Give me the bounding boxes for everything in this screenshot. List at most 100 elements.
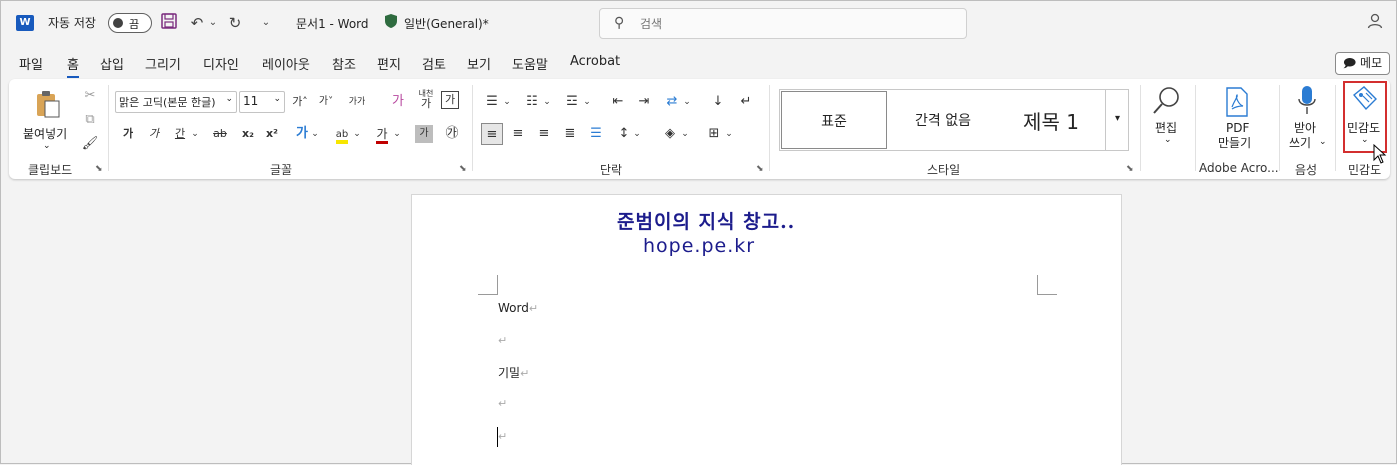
paragraph-text: 기밀 xyxy=(498,366,521,380)
divider xyxy=(108,85,109,171)
numbering-icon[interactable]: ☷ xyxy=(521,91,543,113)
align-left-icon[interactable]: ≡ xyxy=(481,123,503,145)
font-name-select[interactable]: 맑은 고딕(본문 한글) ⌄ xyxy=(115,91,237,113)
tab-layout[interactable]: 레이아웃 xyxy=(262,54,310,73)
borders-icon[interactable]: ⊞ xyxy=(703,123,725,145)
clear-formatting-icon[interactable]: 가 xyxy=(387,91,409,113)
dictate-button[interactable]: 받아 쓰기 ⌄ xyxy=(1285,83,1329,153)
numbering-dropdown-icon[interactable]: ⌄ xyxy=(541,91,553,113)
ribbon: 붙여넣기 ⌄ ✂ ⧉ 🖌 클립보드 ⬊ 맑은 고딕(본문 한글) ⌄ 11 ⌄ … xyxy=(9,79,1390,179)
tab-view[interactable]: 보기 xyxy=(467,54,491,73)
customize-qat-icon[interactable]: ⌄ xyxy=(256,13,276,33)
justify-icon[interactable]: ≣ xyxy=(559,123,581,145)
shrink-font-icon[interactable]: 가˅ xyxy=(315,91,337,113)
paragraph[interactable]: ↵ xyxy=(498,333,507,347)
align-right-icon[interactable]: ≡ xyxy=(533,123,555,145)
distributed-icon[interactable]: ☰ xyxy=(585,123,607,145)
change-case-icon[interactable]: 가가 xyxy=(343,91,371,113)
format-painter-icon[interactable]: 🖌 xyxy=(79,133,101,155)
paragraph[interactable]: ↵ xyxy=(498,396,507,410)
align-center-icon[interactable]: ≡ xyxy=(507,123,529,145)
sensitivity-label-text[interactable]: 일반(General)* xyxy=(404,15,489,32)
copy-icon[interactable]: ⧉ xyxy=(79,109,101,131)
paragraph[interactable]: 기밀↵ xyxy=(498,364,529,381)
text-effects-dropdown-icon[interactable]: ⌄ xyxy=(309,123,321,145)
tab-acrobat[interactable]: Acrobat xyxy=(570,54,620,69)
tab-review[interactable]: 검토 xyxy=(422,54,446,73)
font-size-value: 11 xyxy=(243,94,259,108)
styles-more-icon[interactable]: ▾ xyxy=(1105,90,1129,150)
enclose-characters-icon[interactable]: ㉮ xyxy=(441,123,463,145)
paragraph[interactable]: Word↵ xyxy=(498,301,538,315)
shading-dropdown-icon[interactable]: ⌄ xyxy=(679,123,691,145)
multilevel-dropdown-icon[interactable]: ⌄ xyxy=(581,91,593,113)
cut-icon[interactable]: ✂ xyxy=(79,85,101,107)
document-page[interactable]: 준범이의 지식 창고.. hope.pe.kr Word↵ ↵ 기밀↵ ↵ ↵ xyxy=(411,194,1122,465)
font-color-icon[interactable]: 가 xyxy=(371,123,393,145)
clipboard-launcher-icon[interactable]: ⬊ xyxy=(95,164,103,174)
styles-group-label: 스타일 xyxy=(927,163,961,177)
divider xyxy=(1195,85,1196,171)
tab-home[interactable]: 홈 xyxy=(67,54,79,78)
bullets-dropdown-icon[interactable]: ⌄ xyxy=(501,91,513,113)
paragraph-mark: ↵ xyxy=(520,367,530,380)
tab-design[interactable]: 디자인 xyxy=(203,54,239,73)
asian-layout-dropdown-icon[interactable]: ⌄ xyxy=(681,91,693,113)
multilevel-list-icon[interactable]: ☲ xyxy=(561,91,583,113)
bold-icon[interactable]: 가 xyxy=(117,123,139,145)
sensitivity-icon xyxy=(1352,85,1378,116)
user-icon[interactable] xyxy=(1367,13,1383,33)
borders-dropdown-icon[interactable]: ⌄ xyxy=(723,123,735,145)
shading-icon[interactable]: ◈ xyxy=(659,123,681,145)
sensitivity-button[interactable]: 민감도 ⌄ xyxy=(1345,83,1385,153)
show-marks-icon[interactable]: ↵ xyxy=(735,91,757,113)
grow-font-icon[interactable]: 가˄ xyxy=(289,91,311,113)
bullets-icon[interactable]: ☰ xyxy=(481,91,503,113)
autosave-toggle[interactable]: 끔 xyxy=(108,13,152,33)
paste-button[interactable]: 붙여넣기 ⌄ xyxy=(19,85,75,151)
paragraph[interactable]: ↵ xyxy=(498,429,507,443)
editing-button[interactable]: 편집 ⌄ xyxy=(1147,83,1187,153)
character-border-icon[interactable]: 가 xyxy=(441,91,459,109)
redo-icon[interactable]: ↻ xyxy=(225,13,245,33)
search-input[interactable] xyxy=(640,14,940,34)
style-normal[interactable]: 표준 xyxy=(781,91,887,149)
styles-launcher-icon[interactable]: ⬊ xyxy=(1126,164,1134,174)
save-icon[interactable] xyxy=(159,13,179,33)
underline-icon[interactable]: 간 xyxy=(169,123,191,145)
style-heading-1[interactable]: 제목 1 xyxy=(998,91,1104,149)
highlight-dropdown-icon[interactable]: ⌄ xyxy=(351,123,363,145)
tab-help[interactable]: 도움말 xyxy=(512,54,548,73)
paragraph-mark: ↵ xyxy=(528,302,539,315)
paragraph-launcher-icon[interactable]: ⬊ xyxy=(756,164,764,174)
italic-icon[interactable]: 가 xyxy=(143,123,165,145)
comments-button[interactable]: 🗩 메모 xyxy=(1335,52,1390,75)
tab-references[interactable]: 참조 xyxy=(332,54,356,73)
underline-dropdown-icon[interactable]: ⌄ xyxy=(189,123,201,145)
strikethrough-icon[interactable]: ab xyxy=(209,123,231,145)
phonetic-guide-icon[interactable]: 내천 가 xyxy=(415,89,437,111)
line-spacing-dropdown-icon[interactable]: ⌄ xyxy=(631,123,643,145)
divider xyxy=(1279,85,1280,171)
asian-layout-icon[interactable]: ⇄ xyxy=(661,91,683,113)
superscript-icon[interactable]: x² xyxy=(261,123,283,145)
tab-draw[interactable]: 그리기 xyxy=(145,54,181,73)
sort-icon[interactable]: ↓ xyxy=(707,91,729,113)
character-shading-icon[interactable]: 가 xyxy=(415,125,433,143)
style-no-spacing[interactable]: 간격 없음 xyxy=(890,91,996,149)
decrease-indent-icon[interactable]: ⇤ xyxy=(607,91,629,113)
undo-icon[interactable]: ↶ xyxy=(187,13,207,33)
search-box[interactable]: ⚲ xyxy=(599,8,967,39)
increase-indent-icon[interactable]: ⇥ xyxy=(633,91,655,113)
tab-file[interactable]: 파일 xyxy=(19,54,43,73)
font-launcher-icon[interactable]: ⬊ xyxy=(459,164,467,174)
tab-mailings[interactable]: 편지 xyxy=(377,54,401,73)
font-size-select[interactable]: 11 ⌄ xyxy=(239,91,285,113)
highlight-icon[interactable]: ab xyxy=(331,123,353,145)
acrobat-group-label: Adobe Acro... xyxy=(1199,161,1279,175)
undo-dropdown-icon[interactable]: ⌄ xyxy=(207,13,219,33)
tab-insert[interactable]: 삽입 xyxy=(100,54,124,73)
create-pdf-button[interactable]: PDF 만들기 xyxy=(1205,83,1269,153)
font-color-dropdown-icon[interactable]: ⌄ xyxy=(391,123,403,145)
subscript-icon[interactable]: x₂ xyxy=(237,123,259,145)
